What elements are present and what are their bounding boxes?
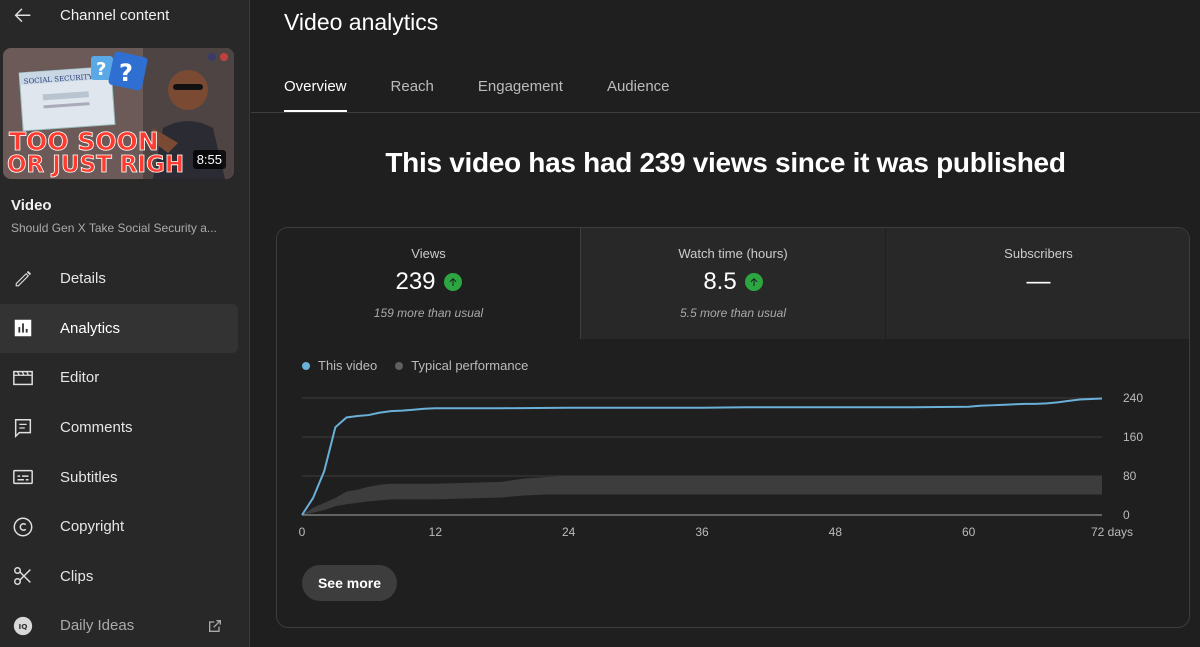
editor-icon xyxy=(12,367,34,389)
svg-text:IQ: IQ xyxy=(19,622,28,631)
comments-icon xyxy=(12,417,34,439)
svg-text:?: ? xyxy=(96,59,106,80)
x-tick-label: 72 days xyxy=(1091,525,1133,539)
subtitles-icon xyxy=(12,466,34,488)
metric-tabs: Views 239 159 more than usual Watch time… xyxy=(277,228,1189,339)
sidebar-header: Channel content xyxy=(0,0,250,32)
views-headline: This video has had 239 views since it wa… xyxy=(385,147,1066,178)
x-tick-label: 60 xyxy=(962,525,976,539)
thumbnail-text-line2: OR JUST RIGH xyxy=(7,152,184,178)
sidebar-nav: Details Analytics Editor Comments Subtit… xyxy=(0,254,250,647)
sidebar-item-editor[interactable]: Editor xyxy=(0,353,250,403)
video-duration: 8:55 xyxy=(192,150,226,169)
external-link-icon[interactable] xyxy=(207,618,223,634)
metric-value: 239 xyxy=(277,268,580,296)
tab-overview[interactable]: Overview xyxy=(284,70,347,112)
svg-text:?: ? xyxy=(119,59,133,87)
sidebar-item-label: Copyright xyxy=(60,518,125,536)
chart-legend: This video Typical performance xyxy=(302,358,528,373)
metric-note: 5.5 more than usual xyxy=(679,306,787,320)
copyright-icon xyxy=(12,516,34,538)
sidebar-item-label: Subtitles xyxy=(60,468,118,486)
legend-dot xyxy=(302,361,310,370)
sidebar-item-label: Clips xyxy=(60,567,94,585)
metric-label: Views xyxy=(411,246,446,261)
main-content: Video analytics Overview Reach Engagemen… xyxy=(251,0,1200,647)
x-tick-label: 0 xyxy=(299,525,306,539)
sidebar-item-clips[interactable]: Clips xyxy=(0,552,250,602)
metric-label: Subscribers xyxy=(1004,246,1073,261)
video-thumbnail[interactable]: SOCIAL SECURITY ? ? TOO SOON OR JUST RIG… xyxy=(3,48,234,179)
see-more-button[interactable]: See more xyxy=(302,565,397,601)
x-tick-label: 12 xyxy=(429,525,443,539)
y-tick-label: 160 xyxy=(1123,430,1143,444)
tab-engagement[interactable]: Engagement xyxy=(478,70,563,112)
metric-number: 239 xyxy=(395,268,436,295)
analytics-icon xyxy=(12,317,34,339)
typical-performance-band xyxy=(302,476,1102,515)
daily-ideas-icon: IQ xyxy=(12,615,34,637)
sidebar-item-copyright[interactable]: Copyright xyxy=(0,502,250,552)
y-tick-label: 80 xyxy=(1123,469,1137,483)
metric-value: 8.5 xyxy=(581,268,885,296)
scissors-icon xyxy=(12,565,34,587)
tab-reach[interactable]: Reach xyxy=(391,70,434,112)
arrow-up-icon xyxy=(744,273,763,291)
metric-number: — xyxy=(1026,268,1051,295)
legend-dot xyxy=(395,361,404,370)
views-chart: 0 80 160 240 0 12 24 36 48 60 72 days xyxy=(299,391,1144,539)
sidebar: Channel content SOCIAL SECURITY ? ? TOO … xyxy=(0,0,250,647)
sidebar-item-label: Analytics xyxy=(60,319,121,337)
tab-divider xyxy=(251,112,1200,113)
metric-note: 159 more than usual xyxy=(373,306,484,320)
page-title: Video analytics xyxy=(284,9,439,35)
legend-label: This video xyxy=(318,358,378,373)
sidebar-item-daily-ideas[interactable]: IQ Daily Ideas xyxy=(0,601,250,647)
x-tick-label: 24 xyxy=(562,525,576,539)
metric-views[interactable]: Views 239 159 more than usual xyxy=(277,228,581,339)
legend-this-video: This video xyxy=(302,358,377,373)
arrow-left-icon xyxy=(14,8,31,23)
y-tick-label: 0 xyxy=(1123,508,1130,522)
analytics-card: Views 239 159 more than usual Watch time… xyxy=(276,227,1190,628)
pencil-icon xyxy=(12,268,34,290)
tab-audience[interactable]: Audience xyxy=(607,70,670,112)
x-tick-label: 48 xyxy=(829,525,843,539)
metric-subscribers[interactable]: Subscribers — xyxy=(886,228,1189,339)
y-tick-label: 240 xyxy=(1123,391,1143,405)
video-title: Should Gen X Take Social Security a... xyxy=(11,221,217,235)
sidebar-item-comments[interactable]: Comments xyxy=(0,403,250,453)
x-tick-label: 36 xyxy=(695,525,709,539)
sidebar-item-label: Editor xyxy=(60,369,100,387)
sidebar-item-label: Daily Ideas xyxy=(60,617,135,635)
back-button[interactable] xyxy=(10,3,36,27)
tab-bar: Overview Reach Engagement Audience xyxy=(284,70,714,113)
metric-watch-time[interactable]: Watch time (hours) 8.5 5.5 more than usu… xyxy=(581,228,886,339)
sidebar-item-details[interactable]: Details xyxy=(0,254,250,304)
sidebar-title: Channel content xyxy=(60,7,170,24)
sidebar-item-subtitles[interactable]: Subtitles xyxy=(0,452,250,502)
metric-value: — xyxy=(886,268,1189,296)
video-label: Video xyxy=(11,197,52,214)
metric-number: 8.5 xyxy=(703,268,737,295)
sidebar-item-label: Details xyxy=(60,270,106,288)
legend-typical: Typical performance xyxy=(395,358,528,373)
metric-label: Watch time (hours) xyxy=(678,246,788,261)
arrow-up-icon xyxy=(443,273,462,291)
sidebar-item-label: Comments xyxy=(60,419,133,437)
sidebar-item-analytics[interactable]: Analytics xyxy=(0,303,238,354)
legend-label: Typical performance xyxy=(411,358,529,373)
